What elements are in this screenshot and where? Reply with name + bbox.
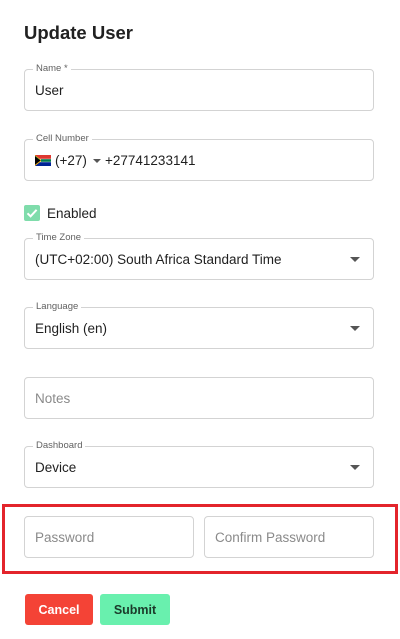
check-icon bbox=[26, 209, 38, 218]
password-placeholder: Password bbox=[35, 530, 95, 545]
enabled-checkbox[interactable] bbox=[24, 205, 40, 221]
chevron-down-icon[interactable] bbox=[93, 159, 101, 163]
timezone-label: Time Zone bbox=[33, 232, 85, 244]
dashboard-label: Dashboard bbox=[33, 440, 86, 452]
timezone-select[interactable]: Time Zone (UTC+02:00) South Africa Stand… bbox=[24, 232, 374, 280]
chevron-down-icon[interactable] bbox=[350, 465, 360, 470]
enabled-label: Enabled bbox=[47, 206, 97, 221]
dial-code[interactable]: (+27) bbox=[55, 153, 87, 169]
notes-placeholder: Notes bbox=[35, 391, 71, 406]
page-title: Update User bbox=[24, 22, 133, 43]
cell-number-field[interactable]: Cell Number (+27) +27741233141 bbox=[24, 133, 374, 181]
chevron-down-icon[interactable] bbox=[350, 257, 360, 262]
name-field[interactable]: Name * User bbox=[24, 63, 374, 111]
name-value: User bbox=[35, 83, 64, 98]
password-field[interactable]: Password bbox=[24, 516, 194, 558]
chevron-down-icon[interactable] bbox=[350, 326, 360, 331]
dashboard-select[interactable]: Dashboard Device bbox=[24, 440, 374, 488]
timezone-value: (UTC+02:00) South Africa Standard Time bbox=[35, 252, 282, 267]
update-user-form: Update User Name * User Cell Number (+27… bbox=[0, 0, 400, 639]
dashboard-value: Device bbox=[35, 460, 77, 475]
submit-button[interactable]: Submit bbox=[100, 594, 170, 625]
language-value: English (en) bbox=[35, 321, 108, 336]
phone-number-value[interactable]: +27741233141 bbox=[105, 153, 195, 169]
cell-number-label: Cell Number bbox=[33, 133, 92, 145]
language-label: Language bbox=[33, 301, 82, 313]
language-select[interactable]: Language English (en) bbox=[24, 301, 374, 349]
name-label: Name * bbox=[33, 63, 71, 75]
confirm-password-placeholder: Confirm Password bbox=[215, 530, 326, 545]
notes-field[interactable]: Notes bbox=[24, 377, 374, 419]
confirm-password-field[interactable]: Confirm Password bbox=[204, 516, 374, 558]
cancel-button[interactable]: Cancel bbox=[25, 594, 93, 625]
south-africa-flag-icon[interactable] bbox=[35, 155, 51, 166]
